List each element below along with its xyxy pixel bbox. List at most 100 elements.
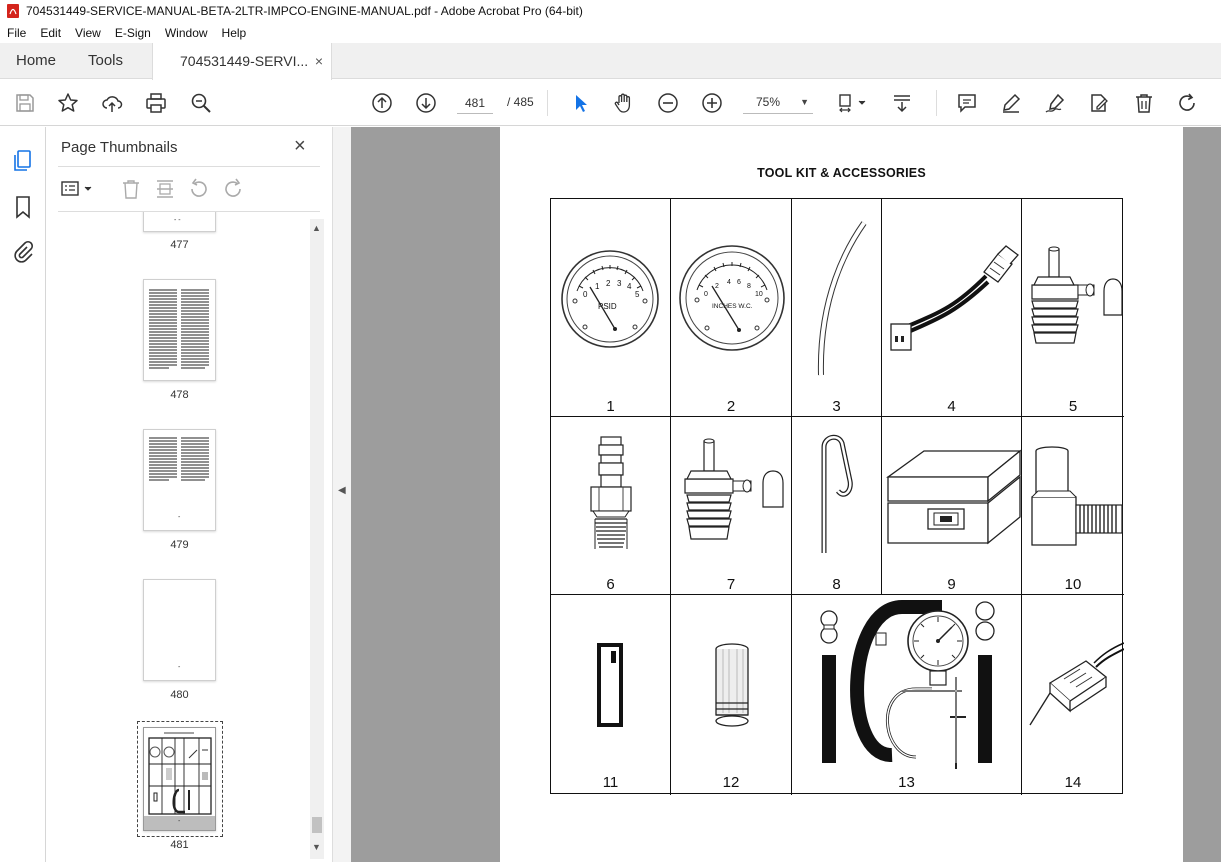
svg-text:0: 0 (583, 290, 588, 299)
zoom-in-icon[interactable] (700, 91, 724, 115)
svg-text:5: 5 (635, 290, 640, 299)
page-thumbnail[interactable]: - (143, 429, 216, 531)
valve-fitting-image (1031, 246, 1123, 344)
comment-icon[interactable] (955, 91, 979, 115)
svg-text:2: 2 (715, 283, 719, 290)
item-number: 4 (947, 398, 956, 415)
acrobat-icon (7, 4, 19, 18)
item-number: 7 (726, 576, 736, 593)
delete-icon[interactable] (1132, 91, 1156, 115)
thumbnail-page-label: 480 (170, 689, 189, 701)
tool-cell-1: 0 1 2 3 4 5 PSID 1 (551, 199, 671, 417)
thumbnail-page-label: 479 (170, 539, 189, 551)
tool-kit-grid: 0 1 2 3 4 5 PSID 1 0 2 4 6 8 10 INCHES W… (550, 198, 1124, 795)
upload-icon[interactable] (100, 91, 124, 115)
scroll-up-arrow-icon[interactable]: ▲ (312, 223, 321, 233)
sign-icon[interactable] (1043, 91, 1067, 115)
highlight-pen-icon[interactable] (999, 91, 1023, 115)
svg-text:10: 10 (755, 291, 763, 298)
valve-fitting-image (684, 438, 784, 540)
zoom-value: 75% (756, 95, 781, 109)
save-icon[interactable] (13, 91, 37, 115)
menu-esign[interactable]: E-Sign (108, 26, 158, 40)
filter-cartridge-image (715, 643, 749, 727)
tool-cell-5: 5 (1022, 199, 1124, 417)
page-number-input[interactable] (457, 92, 493, 114)
tool-cell-13: 13 (792, 595, 1022, 795)
close-tab-icon[interactable]: × (315, 43, 323, 79)
wire-harness-image (890, 245, 1019, 351)
chevron-down-icon: ▼ (800, 97, 809, 107)
toolbar-divider (936, 90, 937, 116)
pdf-page: TOOL KIT & ACCESSORIES 0 1 2 3 4 5 PSID … (500, 127, 1183, 862)
page-marker: - (178, 664, 181, 671)
rotate-right-icon[interactable] (221, 177, 245, 201)
menu-edit[interactable]: Edit (33, 26, 68, 40)
zoom-dropdown[interactable]: 75% ▼ (743, 92, 813, 114)
zoom-search-icon[interactable] (189, 91, 213, 115)
page-thumbnail[interactable]: - - (143, 212, 216, 232)
tool-cell-8: 8 (792, 417, 882, 595)
tool-cell-6: 6 (551, 417, 671, 595)
title-bar: 704531449-SERVICE-MANUAL-BETA-2LTR-IMPCO… (0, 0, 1221, 22)
edit-pdf-icon[interactable] (1087, 91, 1111, 115)
tool-cell-2: 0 2 4 6 8 10 INCHES W.C. 2 (671, 199, 792, 417)
svg-text:8: 8 (747, 283, 751, 290)
tool-cell-3: 3 (792, 199, 882, 417)
scroll-thumb[interactable] (312, 817, 322, 833)
elbow-fitting-image (1031, 446, 1123, 546)
zoom-out-icon[interactable] (656, 91, 680, 115)
rotate-left-icon[interactable] (187, 177, 211, 201)
close-panel-icon[interactable]: × (294, 135, 306, 158)
panel-title: Page Thumbnails (61, 139, 178, 156)
page-total: / 485 (507, 95, 534, 109)
item-number: 12 (722, 774, 740, 791)
page-up-icon[interactable] (370, 91, 394, 115)
menu-window[interactable]: Window (158, 26, 215, 40)
page-thumbnail[interactable] (143, 279, 216, 381)
collapse-panel-handle[interactable]: ◀ (332, 127, 351, 862)
gauge-block-image (597, 643, 623, 727)
page-thumbnail-selected[interactable]: - (143, 727, 216, 831)
hand-icon[interactable] (612, 91, 636, 115)
item-number: 6 (606, 576, 615, 593)
document-view[interactable]: TOOL KIT & ACCESSORIES 0 1 2 3 4 5 PSID … (351, 127, 1221, 862)
tab-document[interactable]: 704531449-SERVI... × (152, 43, 332, 80)
scroll-mode-icon[interactable] (890, 91, 914, 115)
delete-page-icon[interactable] (119, 177, 143, 201)
page-marker: - (178, 514, 181, 521)
page-thumbnails-icon[interactable] (11, 149, 35, 173)
page-thumbnail[interactable]: - (143, 579, 216, 681)
page-thumbnails-panel: Page Thumbnails × - - 477 478 - 479 - 48… (46, 127, 332, 862)
svg-text:0: 0 (704, 291, 708, 298)
page-down-icon[interactable] (414, 91, 438, 115)
thumbnail-options-icon[interactable] (60, 177, 96, 201)
svg-text:6: 6 (737, 279, 741, 286)
chevron-left-icon: ◀ (338, 485, 346, 496)
bookmark-icon[interactable] (11, 195, 35, 219)
star-icon[interactable] (56, 91, 80, 115)
scroll-down-arrow-icon[interactable]: ▼ (312, 842, 321, 852)
toolbar-divider (547, 90, 548, 116)
page-marker: - - (174, 217, 181, 224)
tab-tools[interactable]: Tools (88, 43, 123, 79)
tab-home[interactable]: Home (16, 43, 56, 79)
storage-case-image (885, 449, 1022, 545)
tool-cell-7: 7 (671, 417, 792, 595)
select-cursor-icon[interactable] (568, 91, 592, 115)
menu-view[interactable]: View (68, 26, 108, 40)
page-fit-icon[interactable] (835, 91, 869, 115)
menu-file[interactable]: File (0, 26, 33, 40)
menu-help[interactable]: Help (215, 26, 254, 40)
extract-page-icon[interactable] (153, 177, 177, 201)
rotate-icon[interactable] (1175, 91, 1199, 115)
item-number: 5 (1068, 398, 1078, 415)
attachment-icon[interactable] (11, 240, 35, 264)
thumbnail-list: - - 477 478 - 479 - 480 - 481 (46, 212, 311, 862)
thumbnail-page-label: 477 (170, 239, 189, 251)
thumbnail-scrollbar[interactable]: ▲ ▼ (310, 219, 324, 859)
item-number: 9 (947, 576, 956, 593)
svg-text:1: 1 (595, 282, 600, 291)
item-number: 3 (832, 398, 841, 415)
print-icon[interactable] (144, 91, 168, 115)
